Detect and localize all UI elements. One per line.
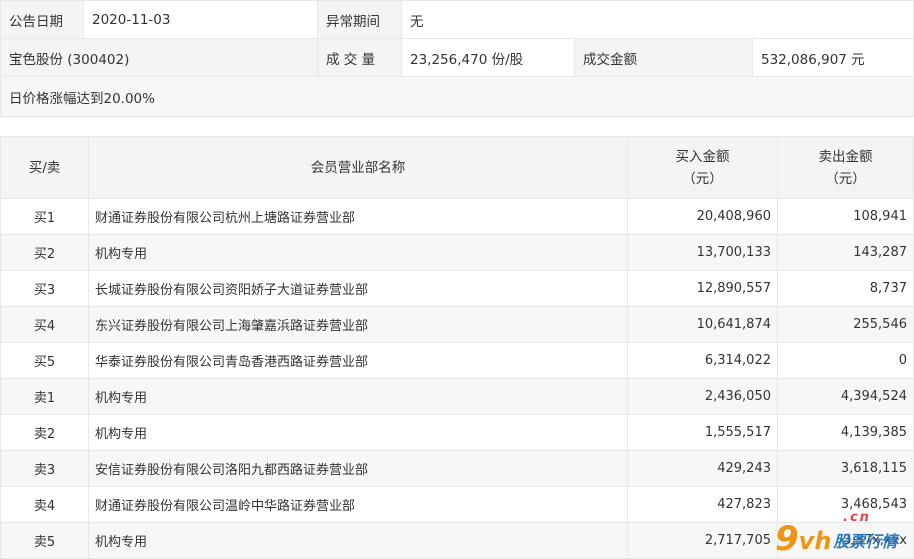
header-buy-amount: 买入金额 （元） xyxy=(627,136,778,199)
table-row: 买1 财通证券股份有限公司杭州上塘路证券营业部 20,408,960 108,9… xyxy=(0,198,914,235)
table-row: 买2 机构专用 13,700,133 143,287 xyxy=(0,234,914,271)
info-row-note: 日价格涨幅达到20.00% xyxy=(0,76,914,117)
row-side: 买4 xyxy=(0,306,89,343)
watermark-nine: 9 xyxy=(775,519,799,559)
row-buy-amount: 20,408,960 xyxy=(627,198,778,235)
watermark-cn: .cn xyxy=(843,510,871,525)
row-sell-amount: 8,737 xyxy=(777,270,914,307)
stock-info-table: 公告日期 2020-11-03 异常期间 无 宝色股份 (300402) 成 交… xyxy=(0,0,914,117)
header-buy-line2: （元） xyxy=(682,170,723,187)
row-side: 卖4 xyxy=(0,486,89,523)
row-department: 安信证券股份有限公司洛阳九都西路证券营业部 xyxy=(88,450,628,487)
table-header-row: 买/卖 会员营业部名称 买入金额 （元） 卖出金额 （元） xyxy=(0,136,914,199)
row-side: 买5 xyxy=(0,342,89,379)
amount-value: 532,086,907 元 xyxy=(751,38,914,77)
table-row: 卖3 安信证券股份有限公司洛阳九都西路证券营业部 429,243 3,618,1… xyxy=(0,450,914,487)
volume-value: 23,256,470 份/股 xyxy=(401,38,575,77)
header-department: 会员营业部名称 xyxy=(88,136,628,199)
row-department: 机构专用 xyxy=(88,234,628,271)
header-sell-line1: 卖出金额 xyxy=(818,148,873,165)
row-buy-amount: 2,717,705 xyxy=(627,522,778,559)
row-side: 卖3 xyxy=(0,450,89,487)
row-buy-amount: 427,823 xyxy=(627,486,778,523)
info-row-stock: 宝色股份 (300402) 成 交 量 23,256,470 份/股 成交金额 … xyxy=(0,38,914,77)
row-sell-amount: 255,546 xyxy=(777,306,914,343)
price-change-note: 日价格涨幅达到20.00% xyxy=(0,76,914,117)
row-side: 买2 xyxy=(0,234,89,271)
table-row: 卖1 机构专用 2,436,050 4,394,524 xyxy=(0,378,914,415)
row-buy-amount: 6,314,022 xyxy=(627,342,778,379)
row-side: 卖2 xyxy=(0,414,89,451)
row-side: 买1 xyxy=(0,198,89,235)
row-department: 华泰证券股份有限公司青岛香港西路证券营业部 xyxy=(88,342,628,379)
row-sell-amount: 0 xyxy=(777,342,914,379)
row-side: 卖5 xyxy=(0,522,89,559)
row-buy-amount: 429,243 xyxy=(627,450,778,487)
row-buy-amount: 2,436,050 xyxy=(627,378,778,415)
row-sell-amount: 143,287 xyxy=(777,234,914,271)
announce-date-value: 2020-11-03 xyxy=(83,0,318,39)
table-row: 买5 华泰证券股份有限公司青岛香港西路证券营业部 6,314,022 0 xyxy=(0,342,914,379)
row-sell-amount: 4,394,524 xyxy=(777,378,914,415)
header-sell-amount: 卖出金额 （元） xyxy=(777,136,914,199)
row-side: 卖1 xyxy=(0,378,89,415)
abnormal-period-value: 无 xyxy=(400,0,914,39)
header-sell-line2: （元） xyxy=(825,170,866,187)
table-row: 卖2 机构专用 1,555,517 4,139,385 xyxy=(0,414,914,451)
stock-name: 宝色股份 (300402) xyxy=(0,38,318,77)
watermark-name: 股票行情 xyxy=(833,532,898,551)
row-department: 机构专用 xyxy=(88,414,628,451)
trading-departments-table: 买/卖 会员营业部名称 买入金额 （元） 卖出金额 （元） 买1 财通证券股份有… xyxy=(0,136,914,559)
row-department: 财通证券股份有限公司杭州上塘路证券营业部 xyxy=(88,198,628,235)
row-department: 长城证券股份有限公司资阳娇子大道证券营业部 xyxy=(88,270,628,307)
row-buy-amount: 10,641,874 xyxy=(627,306,778,343)
row-side: 买3 xyxy=(0,270,89,307)
row-sell-amount: 108,941 xyxy=(777,198,914,235)
row-sell-amount: 4,139,385 xyxy=(777,414,914,451)
header-buy-line1: 买入金额 xyxy=(675,148,730,165)
row-department: 财通证券股份有限公司温岭中华路证券营业部 xyxy=(88,486,628,523)
row-department: 东兴证券股份有限公司上海肇嘉浜路证券营业部 xyxy=(88,306,628,343)
info-row-date: 公告日期 2020-11-03 异常期间 无 xyxy=(0,0,914,39)
amount-label: 成交金额 xyxy=(574,38,753,77)
row-sell-amount: 3,618,115 xyxy=(777,450,914,487)
table-row: 买3 长城证券股份有限公司资阳娇子大道证券营业部 12,890,557 8,73… xyxy=(0,270,914,307)
announce-date-label: 公告日期 xyxy=(0,0,84,39)
abnormal-period-label: 异常期间 xyxy=(317,0,402,39)
row-department: 机构专用 xyxy=(88,378,628,415)
volume-label: 成 交 量 xyxy=(317,38,402,77)
row-department: 机构专用 xyxy=(88,522,628,559)
watermark-vh: vh xyxy=(798,527,832,555)
row-buy-amount: 12,890,557 xyxy=(627,270,778,307)
row-buy-amount: 1,555,517 xyxy=(627,414,778,451)
site-watermark-logo: 9 vh .cn 股票行情 xyxy=(775,510,914,559)
header-side: 买/卖 xyxy=(0,136,89,199)
table-row: 买4 东兴证券股份有限公司上海肇嘉浜路证券营业部 10,641,874 255,… xyxy=(0,306,914,343)
row-buy-amount: 13,700,133 xyxy=(627,234,778,271)
